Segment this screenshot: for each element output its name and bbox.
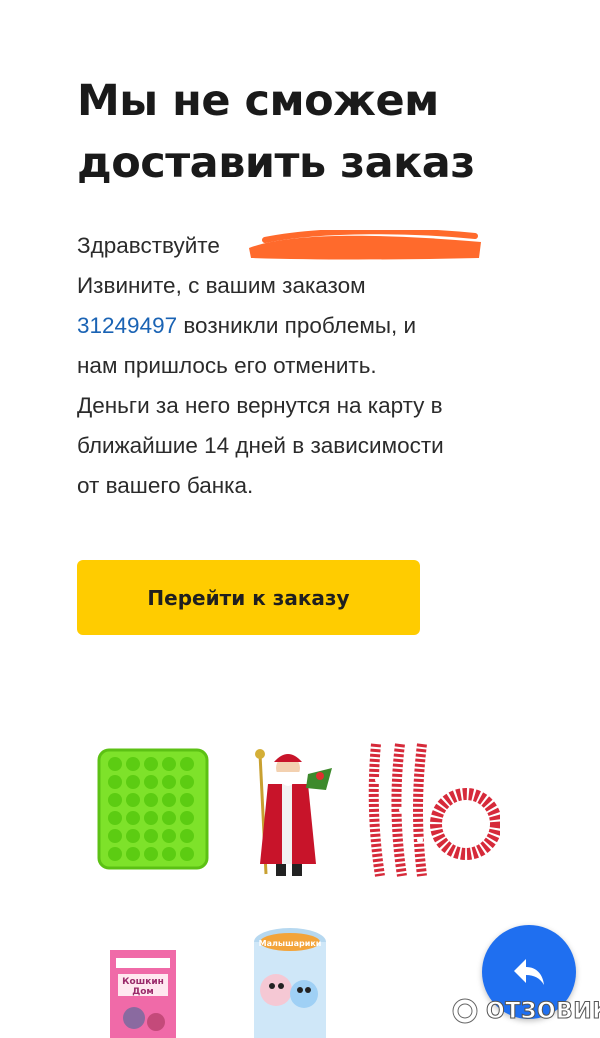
order-number-link[interactable]: 31249497 <box>77 313 177 338</box>
headline-line-2: доставить заказ <box>77 138 475 188</box>
product-silicone-mold[interactable] <box>95 744 211 872</box>
product-red-garland[interactable] <box>362 740 500 880</box>
go-to-order-button[interactable]: Перейти к заказу <box>77 560 420 635</box>
otzovik-watermark: ОТЗОВИК <box>450 994 600 1028</box>
message-line-6: ближайшие 14 дней в зависимости <box>77 433 444 458</box>
basket-label: Малышарики <box>259 939 322 948</box>
greeting-text: Здравствуйте <box>77 233 220 258</box>
redaction-scribble <box>249 230 481 260</box>
message-line-2: Извините, с вашим заказом <box>77 273 366 298</box>
otzovik-logo-icon <box>450 996 480 1026</box>
watermark-text: ОТЗОВИК <box>486 998 600 1024</box>
product-santa-figure[interactable] <box>246 744 336 880</box>
message-line-3: возникли проблемы, и <box>177 313 417 338</box>
email-content: Мы не сможем доставить заказ Здравствуйт… <box>77 70 547 506</box>
book-title-upper: Кошкин <box>122 977 164 987</box>
greeting-line: Здравствуйте <box>77 226 547 266</box>
message-body: Здравствуйте Извините, с вашим заказом 3… <box>77 226 547 506</box>
message-line-7: от вашего банка. <box>77 473 254 498</box>
headline: Мы не сможем доставить заказ <box>77 70 547 194</box>
go-to-order-label: Перейти к заказу <box>147 585 350 610</box>
message-line-5: Деньги за него вернутся на карту в <box>77 393 443 418</box>
headline-line-1: Мы не сможем <box>77 76 439 126</box>
message-line-4: нам пришлось его отменить. <box>77 353 377 378</box>
reply-arrow-icon <box>514 959 544 985</box>
product-storage-basket[interactable]: Малышарики <box>250 924 330 1038</box>
product-book[interactable]: Кошкин Дом <box>108 948 178 1038</box>
book-title-lower: Дом <box>132 987 154 997</box>
